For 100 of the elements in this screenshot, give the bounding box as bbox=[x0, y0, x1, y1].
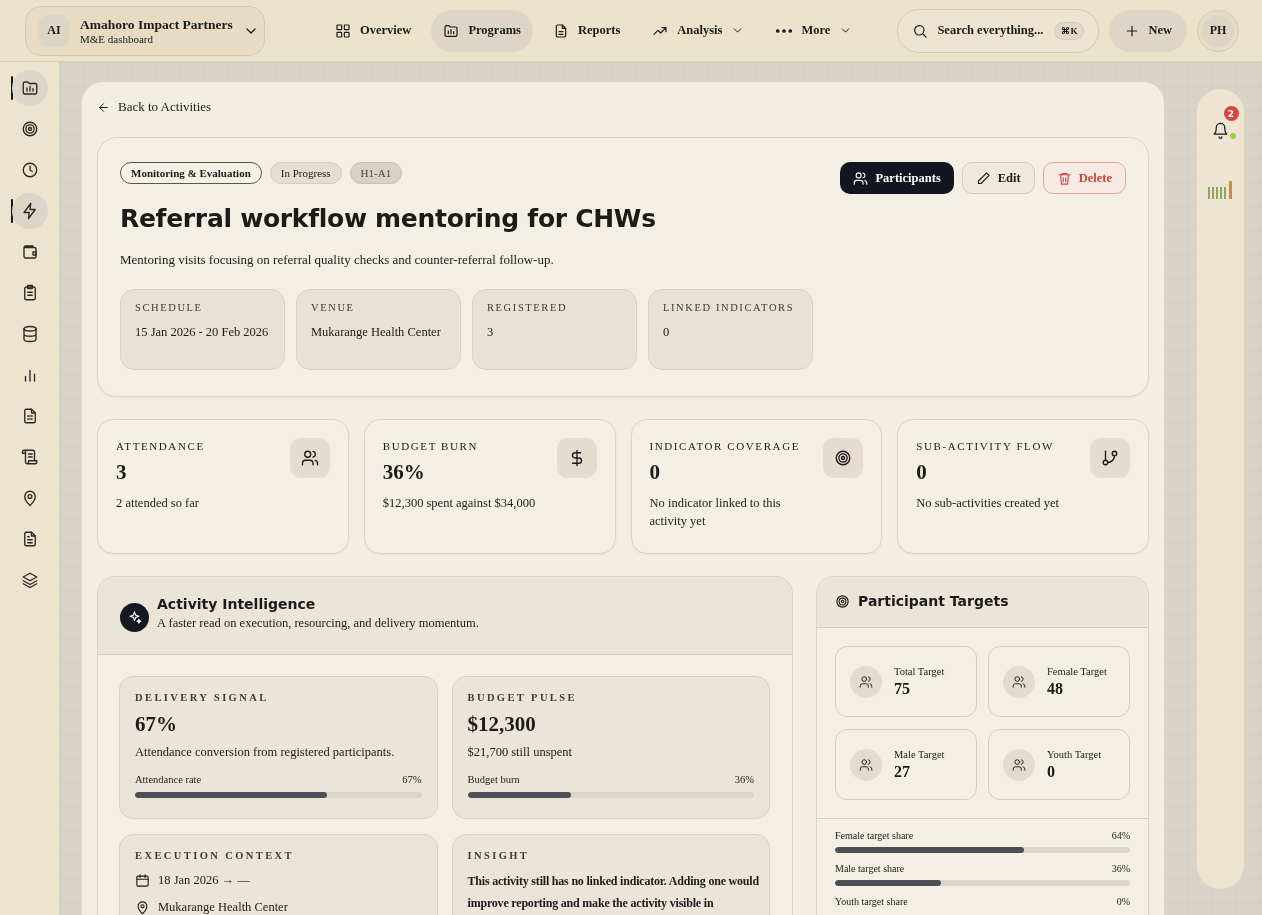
organization-switcher[interactable]: AI Amahoro Impact Partners M&E dashboard bbox=[25, 5, 265, 56]
delete-button[interactable]: Delete bbox=[1042, 162, 1126, 194]
stat-label: INDICATOR COVERAGE bbox=[649, 440, 801, 452]
target-label: Youth Target bbox=[1047, 748, 1102, 760]
target-label: Total Target bbox=[894, 665, 945, 677]
nav-tab[interactable]: More bbox=[764, 9, 865, 52]
target-icon bbox=[834, 449, 853, 467]
fact-value: 15 Jan 2026 - 20 Feb 2026 bbox=[135, 324, 270, 341]
panel-subtitle: A faster read on execution, resourcing, and delivery momentum. bbox=[157, 616, 479, 631]
activity-bars-drawing bbox=[1207, 181, 1234, 199]
card-label: BUDGET PULSE bbox=[467, 692, 578, 703]
fact-label: SCHEDULE bbox=[135, 302, 204, 313]
card-value: $12,300 bbox=[467, 712, 537, 737]
fact-value: 3 bbox=[487, 324, 495, 341]
more-icon bbox=[776, 28, 793, 33]
clock-icon bbox=[20, 161, 39, 179]
stat-note: 2 attended so far bbox=[116, 495, 200, 512]
sparkles-icon bbox=[127, 610, 142, 625]
card-label: INSIGHT bbox=[467, 850, 531, 861]
branch-icon bbox=[1101, 449, 1119, 467]
notification-badge: 2 bbox=[1223, 106, 1239, 121]
people-icon bbox=[853, 170, 869, 186]
status-dot bbox=[1229, 133, 1236, 139]
organization-subtitle: M&E dashboard bbox=[80, 32, 154, 45]
stat-note: No sub-activities created yet bbox=[916, 495, 1060, 512]
nav-tab[interactable]: Reports bbox=[540, 9, 633, 52]
share-label: Youth target share bbox=[835, 896, 908, 907]
database-icon bbox=[20, 325, 39, 343]
search-field[interactable]: Search everything... ⌘K bbox=[897, 8, 1100, 53]
fact-label: REGISTERED bbox=[487, 302, 569, 313]
card-note: Attendance conversion from registered participants. bbox=[135, 745, 396, 760]
shortcut-key: ⌘K bbox=[1054, 21, 1085, 40]
sidebar-button[interactable] bbox=[11, 70, 48, 106]
stat-value: 36% bbox=[382, 460, 426, 485]
stat-label: ATTENDANCE bbox=[116, 440, 206, 452]
wallet-icon bbox=[20, 243, 39, 261]
pencil-icon bbox=[975, 170, 991, 186]
share-reading: 0% bbox=[1116, 896, 1130, 907]
sidebar-button[interactable] bbox=[11, 193, 48, 229]
target-icon bbox=[835, 593, 850, 609]
activity-title: Referral workflow mentoring for CHWs bbox=[120, 204, 657, 233]
arrow-left-icon bbox=[97, 100, 110, 114]
target-value: 48 bbox=[1047, 679, 1064, 698]
notifications-button[interactable]: 2 bbox=[1205, 109, 1236, 139]
participants-button[interactable]: Participants bbox=[840, 162, 954, 194]
context-text: 18 Jan 2026 → — bbox=[158, 873, 250, 888]
card-note: $21,700 still unspent bbox=[467, 745, 574, 760]
map-pin-icon bbox=[135, 900, 150, 915]
stat-note: No indicator linked to this activity yet bbox=[649, 495, 782, 530]
people-icon bbox=[300, 449, 319, 467]
target-label: Female Target bbox=[1047, 665, 1107, 677]
people-icon bbox=[859, 674, 873, 689]
tag: In Progress bbox=[269, 162, 342, 184]
activity-description: Mentoring visits focusing on referral quality checks and counter-referral follow-up. bbox=[120, 252, 555, 268]
back-link[interactable]: Back to Activities bbox=[97, 99, 212, 115]
tag: H1-A1 bbox=[349, 162, 403, 184]
target-value: 27 bbox=[894, 762, 911, 781]
fact-label: LINKED INDICATORS bbox=[663, 302, 796, 313]
card-label: EXECUTION CONTEXT bbox=[135, 850, 295, 861]
selection-bar bbox=[10, 76, 13, 100]
stat-value: 0 bbox=[649, 460, 661, 485]
target-value: 75 bbox=[894, 679, 911, 698]
share-label: Male target share bbox=[835, 863, 905, 874]
context-text: Mukarange Health Center bbox=[158, 900, 288, 915]
panel-title: Participant Targets bbox=[858, 593, 1009, 609]
meter-reading: 67% bbox=[402, 774, 422, 785]
meter-reading: 36% bbox=[734, 774, 754, 785]
calendar-icon bbox=[135, 873, 150, 888]
nav-tab[interactable]: Analysis bbox=[640, 9, 757, 52]
fact-value: Mukarange Health Center bbox=[311, 324, 442, 341]
stat-label: BUDGET BURN bbox=[382, 440, 480, 452]
user-avatar[interactable]: PH bbox=[1202, 14, 1234, 47]
grid-icon bbox=[335, 22, 351, 39]
folder-chart-icon bbox=[443, 22, 460, 39]
selection-bar bbox=[10, 199, 13, 223]
nav-tab[interactable]: Overview bbox=[323, 9, 424, 52]
layers-icon bbox=[20, 571, 39, 589]
nav-tab[interactable]: Programs bbox=[431, 9, 533, 52]
stat-value: 3 bbox=[116, 460, 128, 485]
people-icon bbox=[1012, 757, 1026, 772]
lightning-icon bbox=[20, 202, 39, 220]
target-value: 0 bbox=[1047, 762, 1056, 781]
target-label: Male Target bbox=[894, 748, 945, 760]
share-label: Female target share bbox=[835, 830, 914, 841]
fact-label: VENUE bbox=[311, 302, 356, 313]
insight-text: This activity still has no linked indicator. Adding one would improve reporting and make the activity visible in bbox=[467, 873, 760, 912]
panel-title: Activity Intelligence bbox=[157, 596, 317, 612]
bell-icon bbox=[1212, 122, 1229, 139]
new-button[interactable]: New bbox=[1109, 9, 1187, 52]
share-reading: 64% bbox=[1111, 830, 1130, 841]
search-icon bbox=[912, 22, 929, 39]
organization-avatar: AI bbox=[38, 14, 70, 47]
people-icon bbox=[1012, 674, 1026, 689]
folder-chart-icon bbox=[20, 79, 39, 97]
edit-button[interactable]: Edit bbox=[961, 162, 1035, 194]
meter-label: Budget burn bbox=[467, 774, 520, 785]
stat-label: SUB-ACTIVITY FLOW bbox=[916, 440, 1055, 452]
organization-name: Amahoro Impact Partners bbox=[80, 16, 233, 33]
card-label: DELIVERY SIGNAL bbox=[135, 692, 270, 703]
target-icon bbox=[20, 120, 39, 138]
